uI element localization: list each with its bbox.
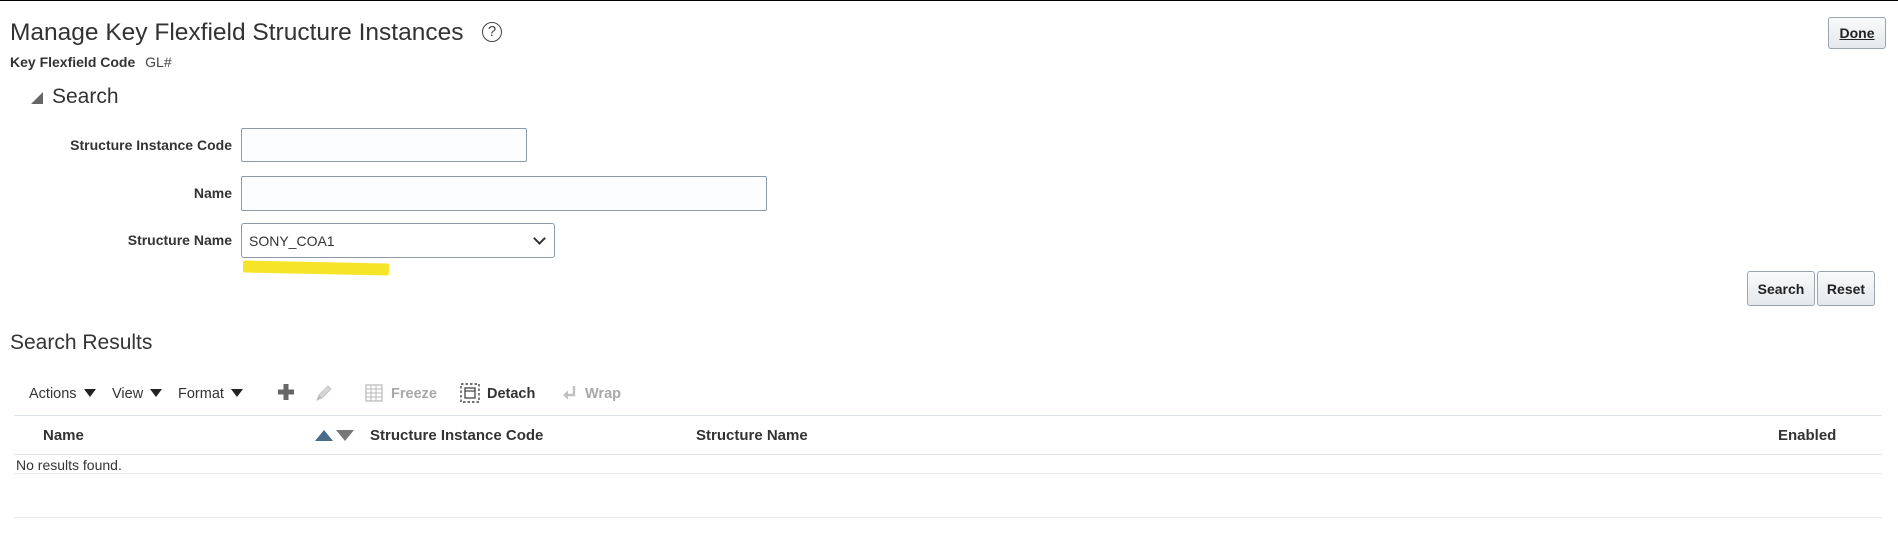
done-label: Done (1839, 25, 1875, 41)
table-header-border (14, 454, 1882, 455)
actions-menu[interactable]: Actions (29, 386, 96, 402)
collapse-triangle-icon[interactable] (31, 92, 43, 104)
table-footer-border (14, 517, 1882, 518)
table-top-border (14, 415, 1882, 416)
done-button[interactable]: Done (1828, 17, 1886, 49)
help-icon[interactable]: ? (482, 22, 502, 42)
plus-icon[interactable] (276, 382, 296, 402)
row-selector-header (14, 416, 36, 454)
actions-menu-label: Actions (29, 386, 77, 402)
view-menu[interactable]: View (112, 386, 163, 402)
detach-icon[interactable] (460, 383, 480, 403)
format-menu[interactable]: Format (178, 386, 243, 402)
search-button[interactable]: Search (1747, 271, 1815, 306)
column-header-enabled[interactable]: Enabled (1778, 427, 1836, 444)
sort-descending-icon[interactable] (336, 430, 354, 441)
page-title: Manage Key Flexfield Structure Instances (10, 19, 464, 46)
structure-name-select[interactable]: SONY_COA1 (241, 223, 555, 258)
column-header-name[interactable]: Name (43, 427, 84, 444)
key-flexfield-code-value: GL# (145, 54, 172, 70)
pencil-icon[interactable] (313, 382, 335, 404)
structure-instance-code-label: Structure Instance Code (70, 137, 232, 153)
sort-ascending-icon[interactable] (315, 430, 333, 441)
chevron-down-icon (533, 232, 546, 245)
structure-name-selected-value: SONY_COA1 (249, 233, 335, 249)
key-flexfield-code-row: Key Flexfield Code GL# (10, 54, 172, 70)
detach-label[interactable]: Detach (487, 386, 535, 402)
format-menu-label: Format (178, 386, 224, 402)
dropdown-triangle-icon (150, 389, 163, 397)
reset-button[interactable]: Reset (1817, 271, 1875, 306)
key-flexfield-code-label: Key Flexfield Code (10, 54, 136, 70)
table-rows-border (14, 473, 1882, 474)
highlighter-mark (242, 260, 390, 276)
view-menu-label: View (112, 386, 144, 402)
no-results-message: No results found. (16, 457, 122, 473)
column-header-structure-name[interactable]: Structure Name (696, 427, 808, 444)
wrap-label[interactable]: Wrap (585, 386, 621, 402)
search-results-header: Search Results (10, 331, 153, 354)
dropdown-triangle-icon (83, 389, 96, 397)
structure-name-label: Structure Name (127, 232, 232, 248)
freeze-label[interactable]: Freeze (391, 386, 437, 402)
name-label: Name (193, 185, 232, 201)
search-section-header: Search (52, 85, 119, 108)
column-header-structure-instance-code[interactable]: Structure Instance Code (370, 427, 543, 444)
structure-instance-code-input[interactable] (241, 128, 527, 162)
dropdown-triangle-icon (230, 389, 243, 397)
wrap-arrow-icon[interactable] (562, 385, 578, 401)
name-input[interactable] (241, 176, 767, 211)
freeze-grid-icon[interactable] (365, 384, 383, 402)
